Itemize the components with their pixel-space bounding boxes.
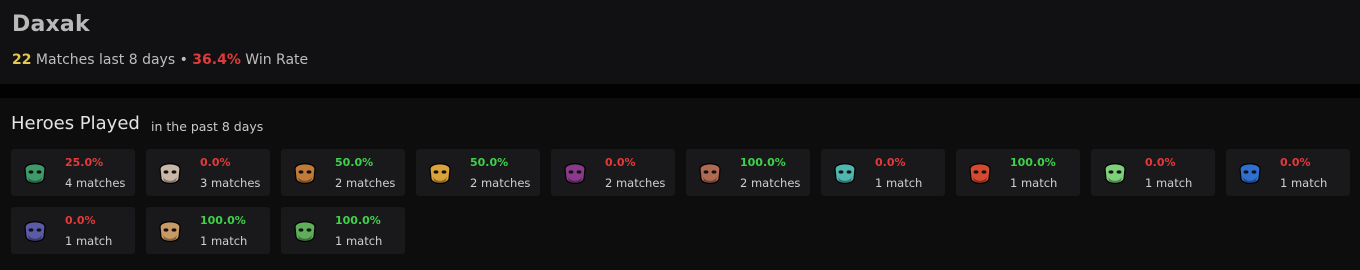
hero-win-rate: 0.0% [1145, 156, 1176, 169]
hero-card[interactable]: 50.0% 2 matches [416, 149, 540, 196]
horned-beast-icon [694, 157, 726, 189]
hero-card[interactable]: 25.0% 4 matches [11, 149, 135, 196]
hero-win-rate: 0.0% [875, 156, 906, 169]
hero-match-count: 1 match [1280, 176, 1328, 190]
hero-card[interactable]: 100.0% 2 matches [686, 149, 810, 196]
bronze-warrior-icon [289, 157, 321, 189]
hero-win-rate: 100.0% [200, 214, 246, 227]
hero-card[interactable]: 100.0% 1 match [146, 207, 270, 254]
hero-card[interactable]: 100.0% 1 match [281, 207, 405, 254]
golden-bird-icon [424, 157, 456, 189]
hero-match-count: 1 match [335, 234, 383, 248]
hero-win-rate: 100.0% [1010, 156, 1056, 169]
hero-card[interactable]: 0.0% 1 match [1226, 149, 1350, 196]
dark-hooded-icon [19, 215, 51, 247]
win-rate-label: Win Rate [240, 52, 309, 68]
matches-label: Matches last 8 days • [31, 52, 193, 68]
hero-card[interactable]: 0.0% 1 match [821, 149, 945, 196]
hero-match-count: 2 matches [470, 176, 531, 190]
hero-match-count: 1 match [200, 234, 248, 248]
hero-card[interactable]: 0.0% 1 match [11, 207, 135, 254]
section-subtitle: in the past 8 days [151, 119, 264, 134]
hero-win-rate: 0.0% [605, 156, 636, 169]
hero-match-count: 1 match [65, 234, 113, 248]
hero-match-count: 3 matches [200, 176, 261, 190]
heroes-played-section: Heroes Played in the past 8 days 25.0% 4 … [0, 98, 1360, 270]
player-summary: 22 Matches last 8 days • 36.4% Win Rate [12, 52, 308, 68]
green-beast-icon [19, 157, 51, 189]
hero-win-rate: 100.0% [335, 214, 381, 227]
win-rate: 36.4% [192, 52, 241, 68]
hero-win-rate: 0.0% [65, 214, 96, 227]
hero-win-rate: 50.0% [335, 156, 374, 169]
red-gold-knight-icon [964, 157, 996, 189]
green-spirit-icon [1099, 157, 1131, 189]
teal-maiden-icon [829, 157, 861, 189]
jade-golem-icon [289, 215, 321, 247]
hero-match-count: 1 match [875, 176, 923, 190]
hero-card[interactable]: 0.0% 1 match [1091, 149, 1215, 196]
hero-card[interactable]: 100.0% 1 match [956, 149, 1080, 196]
hero-card[interactable]: 50.0% 2 matches [281, 149, 405, 196]
hero-card[interactable]: 0.0% 2 matches [551, 149, 675, 196]
hero-win-rate: 0.0% [1280, 156, 1311, 169]
hero-card[interactable]: 0.0% 3 matches [146, 149, 270, 196]
section-divider [0, 84, 1360, 98]
hero-match-count: 1 match [1010, 176, 1058, 190]
hero-match-count: 2 matches [605, 176, 666, 190]
hero-win-rate: 0.0% [200, 156, 231, 169]
blue-creature-icon [1234, 157, 1266, 189]
hero-win-rate: 100.0% [740, 156, 786, 169]
section-title: Heroes Played [11, 113, 140, 134]
purple-demon-icon [559, 157, 591, 189]
player-name[interactable]: Daxak [12, 12, 90, 37]
hero-win-rate: 25.0% [65, 156, 104, 169]
tan-feline-icon [154, 215, 186, 247]
hero-match-count: 4 matches [65, 176, 126, 190]
match-count: 22 [12, 52, 32, 68]
hero-match-count: 2 matches [740, 176, 801, 190]
hero-win-rate: 50.0% [470, 156, 509, 169]
player-header: Daxak 22 Matches last 8 days • 36.4% Win… [0, 0, 1360, 84]
hero-match-count: 2 matches [335, 176, 396, 190]
white-bearded-hero-icon [154, 157, 186, 189]
hero-match-count: 1 match [1145, 176, 1193, 190]
